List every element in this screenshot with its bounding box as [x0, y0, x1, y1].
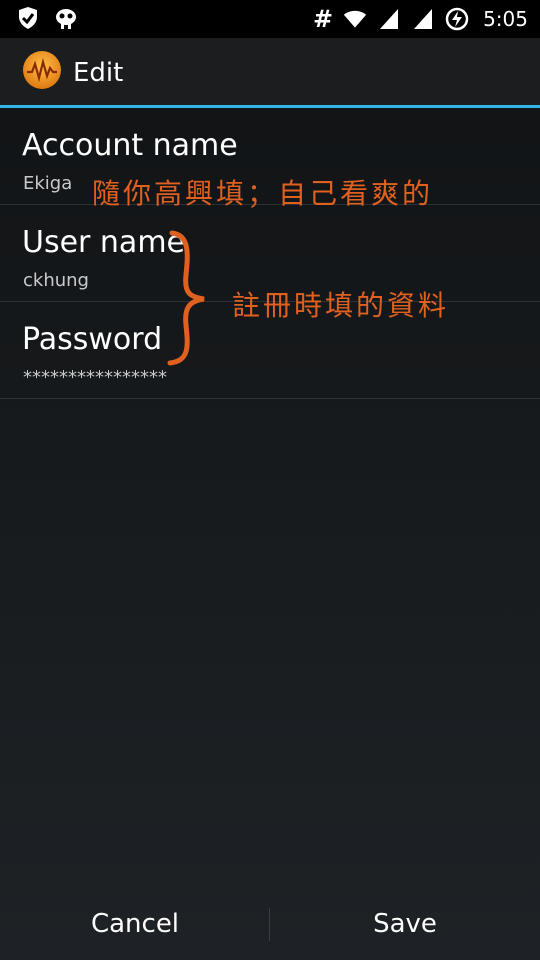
battery-charging-icon	[445, 7, 469, 31]
field-value: ckhung	[23, 270, 89, 291]
cancel-button[interactable]: Cancel	[0, 888, 270, 960]
field-label: Account name	[22, 128, 238, 163]
field-value: Ekiga	[23, 173, 73, 194]
signal-icon	[411, 7, 435, 31]
field-label: Password	[22, 322, 163, 357]
save-button[interactable]: Save	[270, 888, 540, 960]
clock: 5:05	[483, 7, 528, 31]
button-bar: Cancel Save	[0, 888, 540, 960]
page-title: Edit	[73, 58, 124, 88]
android-debug-icon	[54, 6, 78, 30]
wifi-icon	[343, 7, 367, 31]
action-bar: Edit	[0, 38, 540, 106]
annotation-note: 隨你高興填；自己看爽的	[92, 177, 434, 210]
status-bar: # 5:05	[0, 0, 540, 38]
curly-brace-annotation	[167, 230, 205, 366]
signal-icon	[377, 7, 401, 31]
ekiga-app-icon[interactable]	[22, 50, 62, 90]
field-value: ****************	[23, 367, 167, 388]
hash-icon: #	[312, 5, 334, 33]
shield-check-icon	[16, 6, 40, 30]
annotation-note: 註冊時填的資料	[232, 289, 450, 322]
button-divider	[269, 908, 270, 941]
